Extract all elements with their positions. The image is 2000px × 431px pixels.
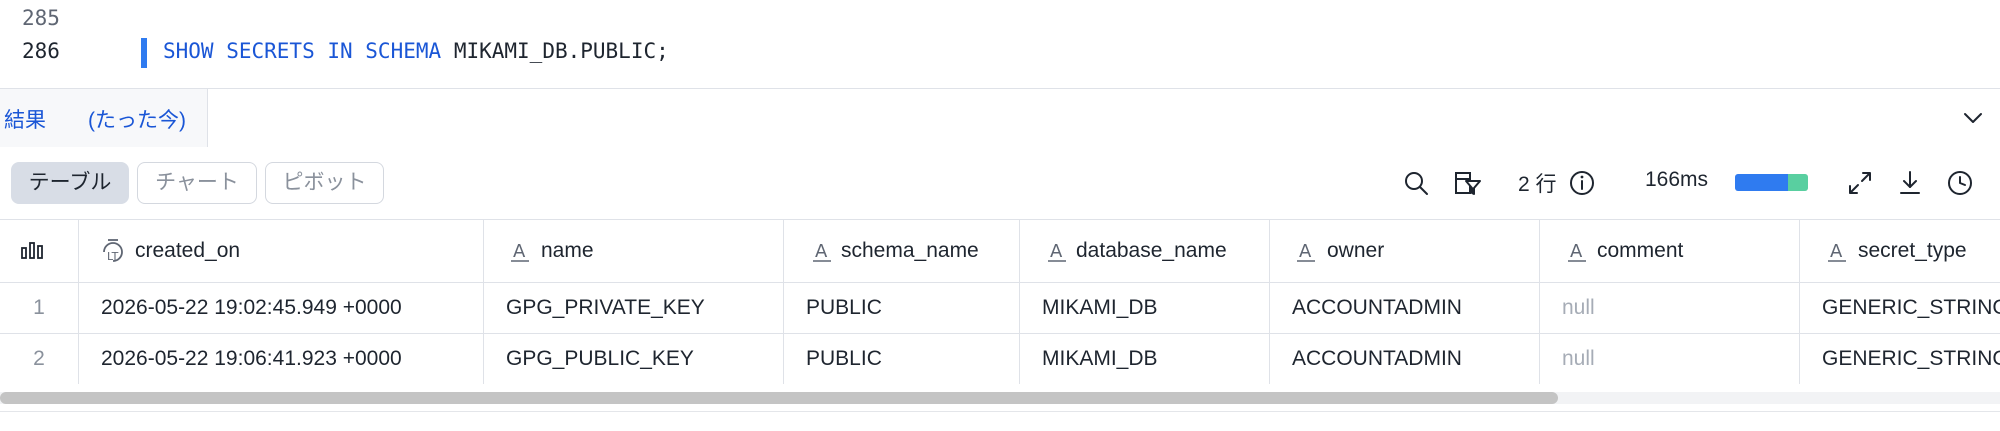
- table-cell[interactable]: ACCOUNTADMIN: [1270, 283, 1540, 333]
- text-type-icon: A: [813, 241, 831, 262]
- column-header-stats[interactable]: [0, 220, 79, 282]
- expand-icon[interactable]: [1846, 169, 1874, 197]
- svg-text:A: A: [1830, 241, 1843, 262]
- text-type-icon: A: [1828, 241, 1846, 262]
- table-cell[interactable]: GENERIC_STRING: [1800, 334, 2000, 384]
- svg-text:A: A: [1570, 241, 1583, 262]
- row-number: 1: [0, 283, 79, 333]
- table-row[interactable]: 2 2026-05-22 19:06:41.923 +0000 GPG_PUBL…: [0, 334, 2000, 384]
- timing-bar-compile: [1735, 174, 1788, 191]
- row-count: 2 行: [1518, 173, 1557, 196]
- text-type-icon: A: [511, 241, 529, 262]
- column-header-schema-name[interactable]: A schema_name: [784, 220, 1020, 282]
- table-cell[interactable]: PUBLIC: [784, 283, 1020, 333]
- column-header-name[interactable]: A name: [484, 220, 784, 282]
- tab-bar-empty-area: [208, 89, 2000, 147]
- column-header-label: created_on: [135, 239, 241, 262]
- table-row[interactable]: 1 2026-05-22 19:02:45.949 +0000 GPG_PRIV…: [0, 283, 2000, 334]
- horizontal-scrollbar-thumb[interactable]: [0, 392, 1558, 404]
- column-header-label: schema_name: [841, 239, 979, 262]
- svg-text:LT: LT: [107, 250, 119, 263]
- cell-value: ACCOUNTADMIN: [1292, 296, 1462, 319]
- svg-text:A: A: [1050, 241, 1063, 262]
- view-table-button[interactable]: テーブル: [11, 162, 129, 204]
- column-header-comment[interactable]: A comment: [1540, 220, 1800, 282]
- view-chart-button[interactable]: チャート: [137, 162, 257, 204]
- table-cell[interactable]: GENERIC_STRING: [1800, 283, 2000, 333]
- history-icon[interactable]: [1946, 169, 1974, 197]
- cell-value: MIKAMI_DB: [1042, 296, 1158, 319]
- download-icon[interactable]: [1896, 169, 1924, 197]
- column-header-database-name[interactable]: A database_name: [1020, 220, 1270, 282]
- cell-value: ACCOUNTADMIN: [1292, 347, 1462, 370]
- cell-value: PUBLIC: [806, 347, 882, 370]
- svg-text:A: A: [513, 241, 526, 262]
- text-type-icon: A: [1297, 241, 1315, 262]
- query-duration: 166ms: [1645, 168, 1709, 191]
- column-header-label: name: [541, 239, 594, 262]
- sql-keywords: SHOW SECRETS IN SCHEMA: [163, 39, 442, 63]
- table-cell[interactable]: PUBLIC: [784, 334, 1020, 384]
- cell-value: GPG_PUBLIC_KEY: [506, 347, 694, 370]
- current-line-indicator: [141, 38, 147, 68]
- table-cell[interactable]: GPG_PUBLIC_KEY: [484, 334, 784, 384]
- results-grid[interactable]: LT created_on A name A schema_name A dat…: [0, 219, 2000, 384]
- result-tab[interactable]: 結果 (たった今): [0, 89, 208, 147]
- column-header-created-on[interactable]: LT created_on: [79, 220, 484, 282]
- column-header-secret-type[interactable]: A secret_type: [1800, 220, 2000, 282]
- sql-editor[interactable]: 285 286 SHOW SECRETS IN SCHEMA MIKAMI_DB…: [0, 0, 2000, 88]
- divider: [0, 411, 2000, 412]
- code-line-current[interactable]: 286 SHOW SECRETS IN SCHEMA MIKAMI_DB.PUB…: [0, 36, 2000, 68]
- cell-value: 2026-05-22 19:06:41.923 +0000: [101, 347, 402, 370]
- line-number: 285: [22, 6, 60, 30]
- row-number: 2: [0, 334, 79, 384]
- svg-text:A: A: [1299, 241, 1312, 262]
- timing-bar-execute: [1788, 174, 1808, 191]
- cell-null-value: null: [1562, 347, 1595, 370]
- cell-value: PUBLIC: [806, 296, 882, 319]
- code-line[interactable]: 285: [0, 3, 2000, 33]
- cell-value: GPG_PRIVATE_KEY: [506, 296, 705, 319]
- view-pivot-button[interactable]: ピボット: [265, 162, 384, 204]
- results-toolbar: テーブル チャート ピボット 2 行 166ms: [0, 147, 2000, 219]
- text-type-icon: A: [1048, 241, 1066, 262]
- table-cell[interactable]: 2026-05-22 19:02:45.949 +0000: [79, 283, 484, 333]
- sql-identifier: MIKAMI_DB.PUBLIC;: [453, 39, 669, 63]
- text-type-icon: A: [1568, 241, 1586, 262]
- table-cell[interactable]: null: [1540, 283, 1800, 333]
- result-tab-bar: 結果 (たった今): [0, 88, 2000, 147]
- info-icon[interactable]: [1568, 169, 1596, 197]
- column-header-label: comment: [1597, 239, 1684, 262]
- table-cell[interactable]: ACCOUNTADMIN: [1270, 334, 1540, 384]
- table-cell[interactable]: MIKAMI_DB: [1020, 334, 1270, 384]
- sql-statement[interactable]: SHOW SECRETS IN SCHEMA MIKAMI_DB.PUBLIC;: [163, 36, 669, 66]
- query-timing-bar: [1735, 174, 1808, 191]
- cell-value: GENERIC_STRING: [1822, 347, 2000, 370]
- table-cell[interactable]: null: [1540, 334, 1800, 384]
- timestamp-type-icon: LT: [103, 239, 123, 263]
- column-filter-icon[interactable]: [1454, 169, 1482, 197]
- table-cell[interactable]: 2026-05-22 19:06:41.923 +0000: [79, 334, 484, 384]
- chevron-down-icon[interactable]: [1960, 105, 1986, 131]
- cell-value: MIKAMI_DB: [1042, 347, 1158, 370]
- table-cell[interactable]: GPG_PRIVATE_KEY: [484, 283, 784, 333]
- column-header-label: secret_type: [1858, 239, 1967, 262]
- line-number: 286: [22, 39, 60, 63]
- column-stats-icon[interactable]: [19, 238, 45, 264]
- cell-null-value: null: [1562, 296, 1595, 319]
- cell-value: 2026-05-22 19:02:45.949 +0000: [101, 296, 402, 319]
- column-header-label: owner: [1327, 239, 1385, 262]
- header-row: LT created_on A name A schema_name A dat…: [0, 219, 2000, 283]
- svg-text:A: A: [815, 241, 828, 262]
- column-header-label: database_name: [1076, 239, 1227, 262]
- result-tab-label: 結果: [4, 109, 46, 132]
- table-cell[interactable]: MIKAMI_DB: [1020, 283, 1270, 333]
- column-header-owner[interactable]: A owner: [1270, 220, 1540, 282]
- result-tab-time: (たった今): [88, 109, 186, 132]
- cell-value: GENERIC_STRING: [1822, 296, 2000, 319]
- search-icon[interactable]: [1402, 169, 1430, 197]
